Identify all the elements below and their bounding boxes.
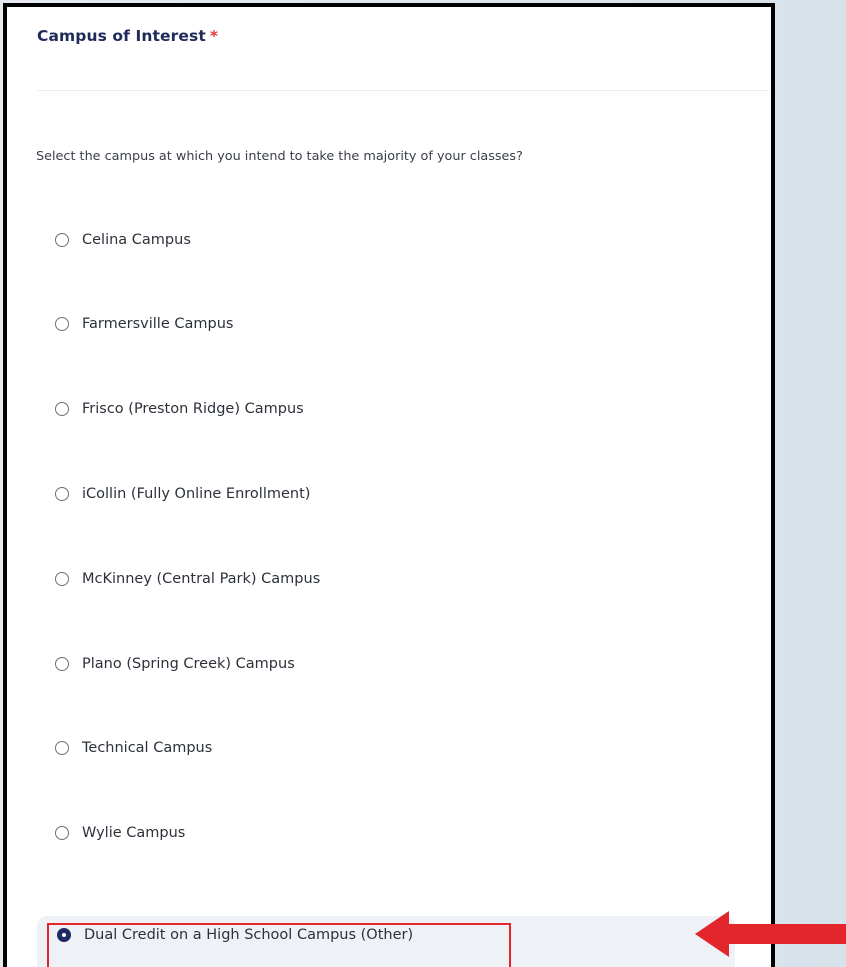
radio-option-celina[interactable]: Celina Campus: [55, 224, 191, 256]
radio-option-label: iCollin (Fully Online Enrollment): [82, 486, 311, 502]
radio-option-wylie[interactable]: Wylie Campus: [55, 817, 185, 849]
radio-option-mckinney[interactable]: McKinney (Central Park) Campus: [55, 563, 320, 595]
annotation-highlight-box: [47, 923, 511, 967]
radio-option-icollin[interactable]: iCollin (Fully Online Enrollment): [55, 478, 310, 510]
question-title-text: Campus of Interest: [37, 27, 206, 45]
radio-button[interactable]: [55, 317, 69, 331]
radio-option-label: Celina Campus: [82, 232, 191, 248]
radio-button[interactable]: [55, 572, 69, 586]
radio-option-plano[interactable]: Plano (Spring Creek) Campus: [55, 648, 295, 680]
radio-option-label: McKinney (Central Park) Campus: [82, 571, 321, 587]
radio-option-label: Frisco (Preston Ridge) Campus: [82, 401, 304, 417]
radio-button[interactable]: [55, 741, 69, 755]
radio-button[interactable]: [55, 233, 69, 247]
form-question-panel: Campus of Interest * Select the campus at…: [3, 3, 775, 967]
radio-button[interactable]: [55, 402, 69, 416]
question-prompt: Select the campus at which you intend to…: [36, 149, 523, 164]
radio-button[interactable]: [55, 657, 69, 671]
question-title: Campus of Interest *: [37, 27, 218, 45]
radio-option-label: Wylie Campus: [82, 825, 186, 841]
radio-option-label: Technical Campus: [82, 740, 213, 756]
radio-option-technical[interactable]: Technical Campus: [55, 732, 212, 764]
radio-option-label: Farmersville Campus: [82, 316, 234, 332]
divider: [37, 90, 769, 91]
radio-button[interactable]: [55, 487, 69, 501]
radio-button[interactable]: [55, 826, 69, 840]
required-marker: *: [209, 27, 219, 45]
left-arrow-icon: [695, 911, 846, 957]
radio-option-label: Plano (Spring Creek) Campus: [82, 656, 295, 672]
radio-option-frisco[interactable]: Frisco (Preston Ridge) Campus: [55, 393, 304, 425]
radio-option-farmersville[interactable]: Farmersville Campus: [55, 308, 233, 340]
